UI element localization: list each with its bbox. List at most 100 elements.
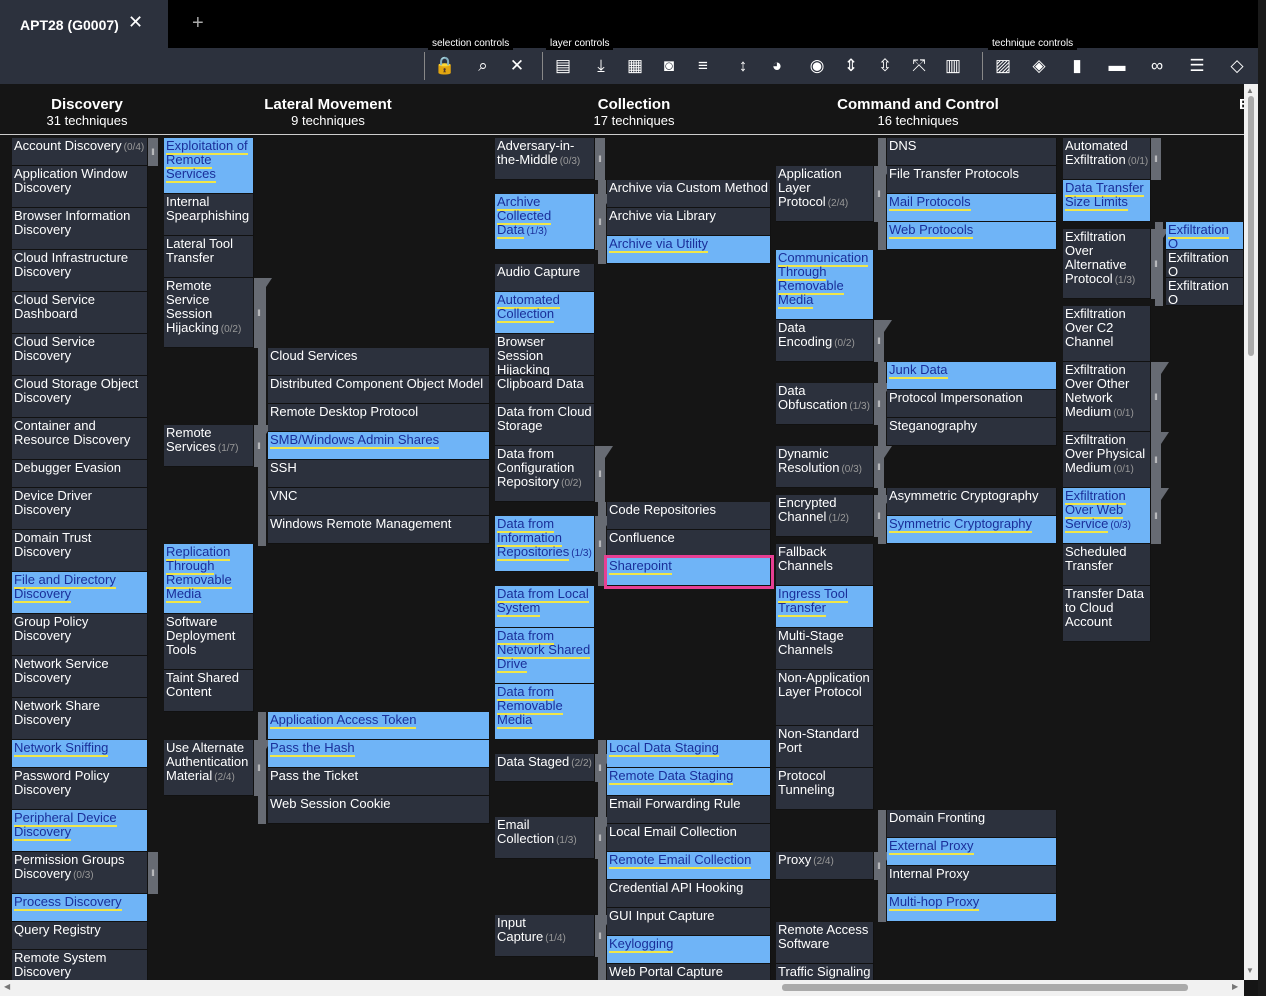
sidebar-toggle-handle[interactable]: ‖ (874, 852, 884, 880)
technique-lateral-tool-transfer[interactable]: Lateral Tool Transfer (164, 236, 254, 278)
sort-icon[interactable]: ↕ (730, 54, 756, 78)
technique-exfiltration-over-other-network-medium[interactable]: Exfiltration Over Other Network Medium (0… (1063, 362, 1151, 432)
search-icon[interactable]: ⌕ (470, 54, 496, 78)
tactic-header-lateral-movement[interactable]: Lateral Movement 9 techniques (238, 96, 418, 128)
technique-email-forwarding-rule[interactable]: Email Forwarding Rule (607, 796, 771, 824)
technique-ssh[interactable]: SSH (268, 460, 490, 488)
technique-data-from-information-repositories[interactable]: Data from Information Repositories (1/3) (495, 516, 595, 572)
sidebar-toggle-handle[interactable]: ‖ (148, 138, 158, 166)
technique-remote-system-discovery[interactable]: Remote System Discovery (12, 950, 148, 980)
sidebar-toggle-handle[interactable]: ‖ (595, 817, 605, 859)
technique-replication-through-removable-media[interactable]: Replication Through Removable Media (164, 544, 254, 614)
technique-scheduled-transfer[interactable]: Scheduled Transfer (1063, 544, 1151, 586)
technique-exfiltration-over-alternative-protocol[interactable]: Exfiltration Over Alternative Protocol (1… (1063, 229, 1151, 299)
tactic-header-discovery[interactable]: Discovery 31 techniques (28, 96, 146, 128)
technique-automated-exfiltration[interactable]: Automated Exfiltration (0/1) (1063, 138, 1151, 180)
technique-web-protocols[interactable]: Web Protocols (887, 222, 1057, 250)
technique-exfiltration-o[interactable]: Exfiltration O (1166, 278, 1244, 306)
horizontal-scroll-thumb[interactable] (782, 984, 1188, 991)
technique-file-transfer-protocols[interactable]: File Transfer Protocols (887, 166, 1057, 194)
sidebar-toggle-handle[interactable]: ‖ (874, 495, 884, 537)
technique-traffic-signaling[interactable]: Traffic Signaling (776, 964, 874, 980)
technique-data-from-cloud-storage[interactable]: Data from Cloud Storage (495, 404, 595, 446)
lock-icon[interactable]: 🔒 (432, 54, 458, 78)
collapse-icon[interactable]: ⤧ (906, 54, 932, 78)
technique-junk-data[interactable]: Junk Data (887, 362, 1057, 390)
technique-permission-groups-discovery[interactable]: Permission Groups Discovery (0/3) (12, 852, 148, 894)
technique-software-deployment-tools[interactable]: Software Deployment Tools (164, 614, 254, 670)
technique-data-encoding[interactable]: Data Encoding (0/2) (776, 320, 874, 362)
technique-code-repositories[interactable]: Code Repositories (607, 502, 771, 530)
layers-icon[interactable]: ◇ (1224, 54, 1250, 78)
technique-exfiltration-over-web-service[interactable]: Exfiltration Over Web Service (0/3) (1063, 488, 1151, 544)
technique-data-from-configuration-repository[interactable]: Data from Configuration Repository (0/2) (495, 446, 595, 502)
technique-data-from-network-shared-drive[interactable]: Data from Network Shared Drive (495, 628, 595, 684)
technique-local-data-staging[interactable]: Local Data Staging (607, 740, 771, 768)
technique-use-alternate-authentication-material[interactable]: Use Alternate Authentication Material (2/… (164, 740, 254, 796)
chart-icon[interactable]: ▮ (1064, 54, 1090, 78)
sidebar-toggle-handle[interactable]: ‖ (1151, 362, 1161, 432)
sidebar-toggle-handle[interactable]: ‖ (254, 425, 264, 467)
technique-keylogging[interactable]: Keylogging (607, 936, 771, 964)
technique-cloud-services[interactable]: Cloud Services (268, 348, 490, 376)
technique-local-email-collection[interactable]: Local Email Collection (607, 824, 771, 852)
technique-exfiltration-o[interactable]: Exfiltration O (1166, 222, 1244, 250)
sidebar-toggle-handle[interactable]: ‖ (595, 754, 605, 782)
sidebar-toggle-handle[interactable]: ‖ (1151, 138, 1161, 180)
technique-fallback-channels[interactable]: Fallback Channels (776, 544, 874, 586)
technique-communication-through-removable-media[interactable]: Communication Through Removable Media (776, 250, 874, 320)
tactic-header-collection[interactable]: Collection 17 techniques (574, 96, 694, 128)
technique-protocol-impersonation[interactable]: Protocol Impersonation (887, 390, 1057, 418)
grid-icon[interactable]: ▦ (622, 54, 648, 78)
layout-icon[interactable]: ▥ (940, 54, 966, 78)
technique-debugger-evasion[interactable]: Debugger Evasion (12, 460, 148, 488)
sidebar-toggle-handle[interactable]: ‖ (595, 915, 605, 957)
technique-archive-via-utility[interactable]: Archive via Utility (607, 236, 771, 264)
technique-device-driver-discovery[interactable]: Device Driver Discovery (12, 488, 148, 530)
close-icon[interactable]: ✕ (128, 12, 143, 33)
technique-adversary-in-the-middle[interactable]: Adversary-in-the-Middle (0/3) (495, 138, 595, 180)
technique-application-layer-protocol[interactable]: Application Layer Protocol (2/4) (776, 166, 874, 222)
palette-icon[interactable]: ◕ (764, 54, 790, 78)
technique-smb-windows-admin-shares[interactable]: SMB/Windows Admin Shares (268, 432, 490, 460)
technique-remote-data-staging[interactable]: Remote Data Staging (607, 768, 771, 796)
technique-remote-services[interactable]: Remote Services (1/7) (164, 425, 254, 467)
sidebar-toggle-handle[interactable]: ‖ (1151, 488, 1161, 544)
sidebar-toggle-handle[interactable]: ‖ (595, 194, 605, 250)
technique-exfiltration-over-physical-medium[interactable]: Exfiltration Over Physical Medium (0/1) (1063, 432, 1151, 488)
technique-browser-information-discovery[interactable]: Browser Information Discovery (12, 208, 148, 250)
sidebar-toggle-handle[interactable]: ‖ (595, 516, 605, 572)
technique-clipboard-data[interactable]: Clipboard Data (495, 376, 595, 404)
sidebar-toggle-handle[interactable]: ‖ (874, 383, 884, 425)
technique-sharepoint[interactable]: Sharepoint (604, 555, 774, 589)
filter-icon[interactable]: ≡ (690, 54, 716, 78)
technique-transfer-data-to-cloud-account[interactable]: Transfer Data to Cloud Account (1063, 586, 1151, 642)
technique-taint-shared-content[interactable]: Taint Shared Content (164, 670, 254, 712)
technique-data-obfuscation[interactable]: Data Obfuscation (1/3) (776, 383, 874, 425)
technique-email-collection[interactable]: Email Collection (1/3) (495, 817, 595, 859)
technique-process-discovery[interactable]: Process Discovery (12, 894, 148, 922)
technique-automated-collection[interactable]: Automated Collection (495, 292, 595, 334)
technique-domain-trust-discovery[interactable]: Domain Trust Discovery (12, 530, 148, 572)
technique-dns[interactable]: DNS (887, 138, 1057, 166)
technique-cloud-infrastructure-discovery[interactable]: Cloud Infrastructure Discovery (12, 250, 148, 292)
sidebar-toggle-handle[interactable]: ‖ (874, 446, 884, 488)
stripes-icon[interactable]: ▨ (990, 54, 1016, 78)
technique-non-standard-port[interactable]: Non-Standard Port (776, 726, 874, 768)
sidebar-toggle-handle[interactable]: ‖ (254, 278, 264, 348)
technique-exfiltration-o[interactable]: Exfiltration O (1166, 250, 1244, 278)
new-tab-button[interactable]: + (192, 12, 204, 35)
technique-remote-service-session-hijacking[interactable]: Remote Service Session Hijacking (0/2) (164, 278, 254, 348)
expand-icon[interactable]: ⇕ (838, 54, 864, 78)
download-icon[interactable]: ⤓ (588, 54, 614, 78)
technique-exfiltration-over-c2-channel[interactable]: Exfiltration Over C2 Channel (1063, 306, 1151, 362)
technique-cloud-service-dashboard[interactable]: Cloud Service Dashboard (12, 292, 148, 334)
technique-symmetric-cryptography[interactable]: Symmetric Cryptography (887, 516, 1057, 544)
tab-apt28[interactable]: APT28 (G0007) ✕ (0, 0, 168, 48)
technique-web-session-cookie[interactable]: Web Session Cookie (268, 796, 490, 824)
sidebar-toggle-handle[interactable]: ‖ (595, 138, 605, 180)
technique-credential-api-hooking[interactable]: Credential API Hooking (607, 880, 771, 908)
clear-icon[interactable]: ✕ (504, 54, 530, 78)
technique-network-share-discovery[interactable]: Network Share Discovery (12, 698, 148, 740)
technique-file-and-directory-discovery[interactable]: File and Directory Discovery (12, 572, 148, 614)
